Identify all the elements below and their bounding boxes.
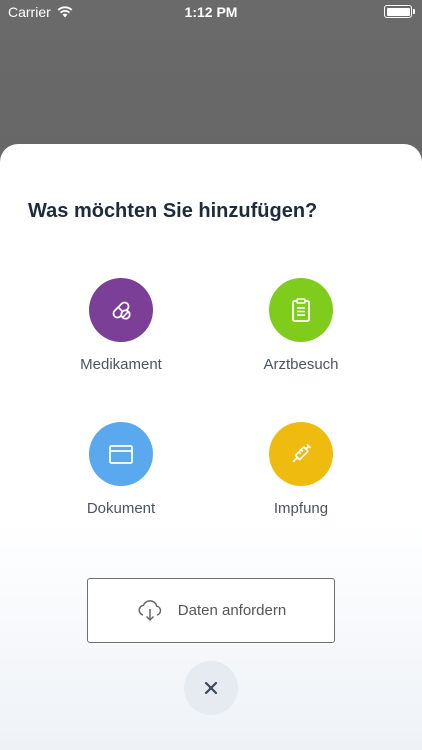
cloud-download-icon (138, 599, 161, 621)
option-impfung[interactable]: Impfung (216, 422, 386, 517)
option-arztbesuch[interactable]: Arztbesuch (216, 278, 386, 373)
option-medikament-circle[interactable] (89, 278, 153, 342)
option-dokument-circle[interactable] (89, 422, 153, 486)
option-medikament[interactable]: Medikament (36, 278, 206, 373)
option-impfung-circle[interactable] (269, 422, 333, 486)
battery-icon (384, 5, 415, 18)
request-data-button[interactable]: Daten anfordern (87, 578, 335, 643)
option-arztbesuch-circle[interactable] (269, 278, 333, 342)
syringe-icon (292, 443, 312, 463)
sheet-title: Was möchten Sie hinzufügen? (28, 200, 318, 222)
request-data-label: Daten anfordern (177, 602, 287, 619)
clipboard-icon (292, 298, 310, 322)
pill-icon (112, 301, 131, 320)
status-bar: Carrier 1:12 PM (0, 0, 422, 24)
option-dokument[interactable]: Dokument (36, 422, 206, 517)
option-label: Arztbesuch (263, 356, 339, 373)
option-label: Dokument (86, 500, 156, 517)
add-item-sheet: Was möchten Sie hinzufügen? Medikament A… (0, 144, 422, 750)
close-icon (204, 681, 218, 695)
option-label: Medikament (80, 356, 162, 373)
folder-icon (109, 445, 133, 464)
close-button[interactable] (184, 661, 238, 715)
status-time: 1:12 PM (184, 4, 238, 20)
option-label: Impfung (273, 500, 329, 517)
